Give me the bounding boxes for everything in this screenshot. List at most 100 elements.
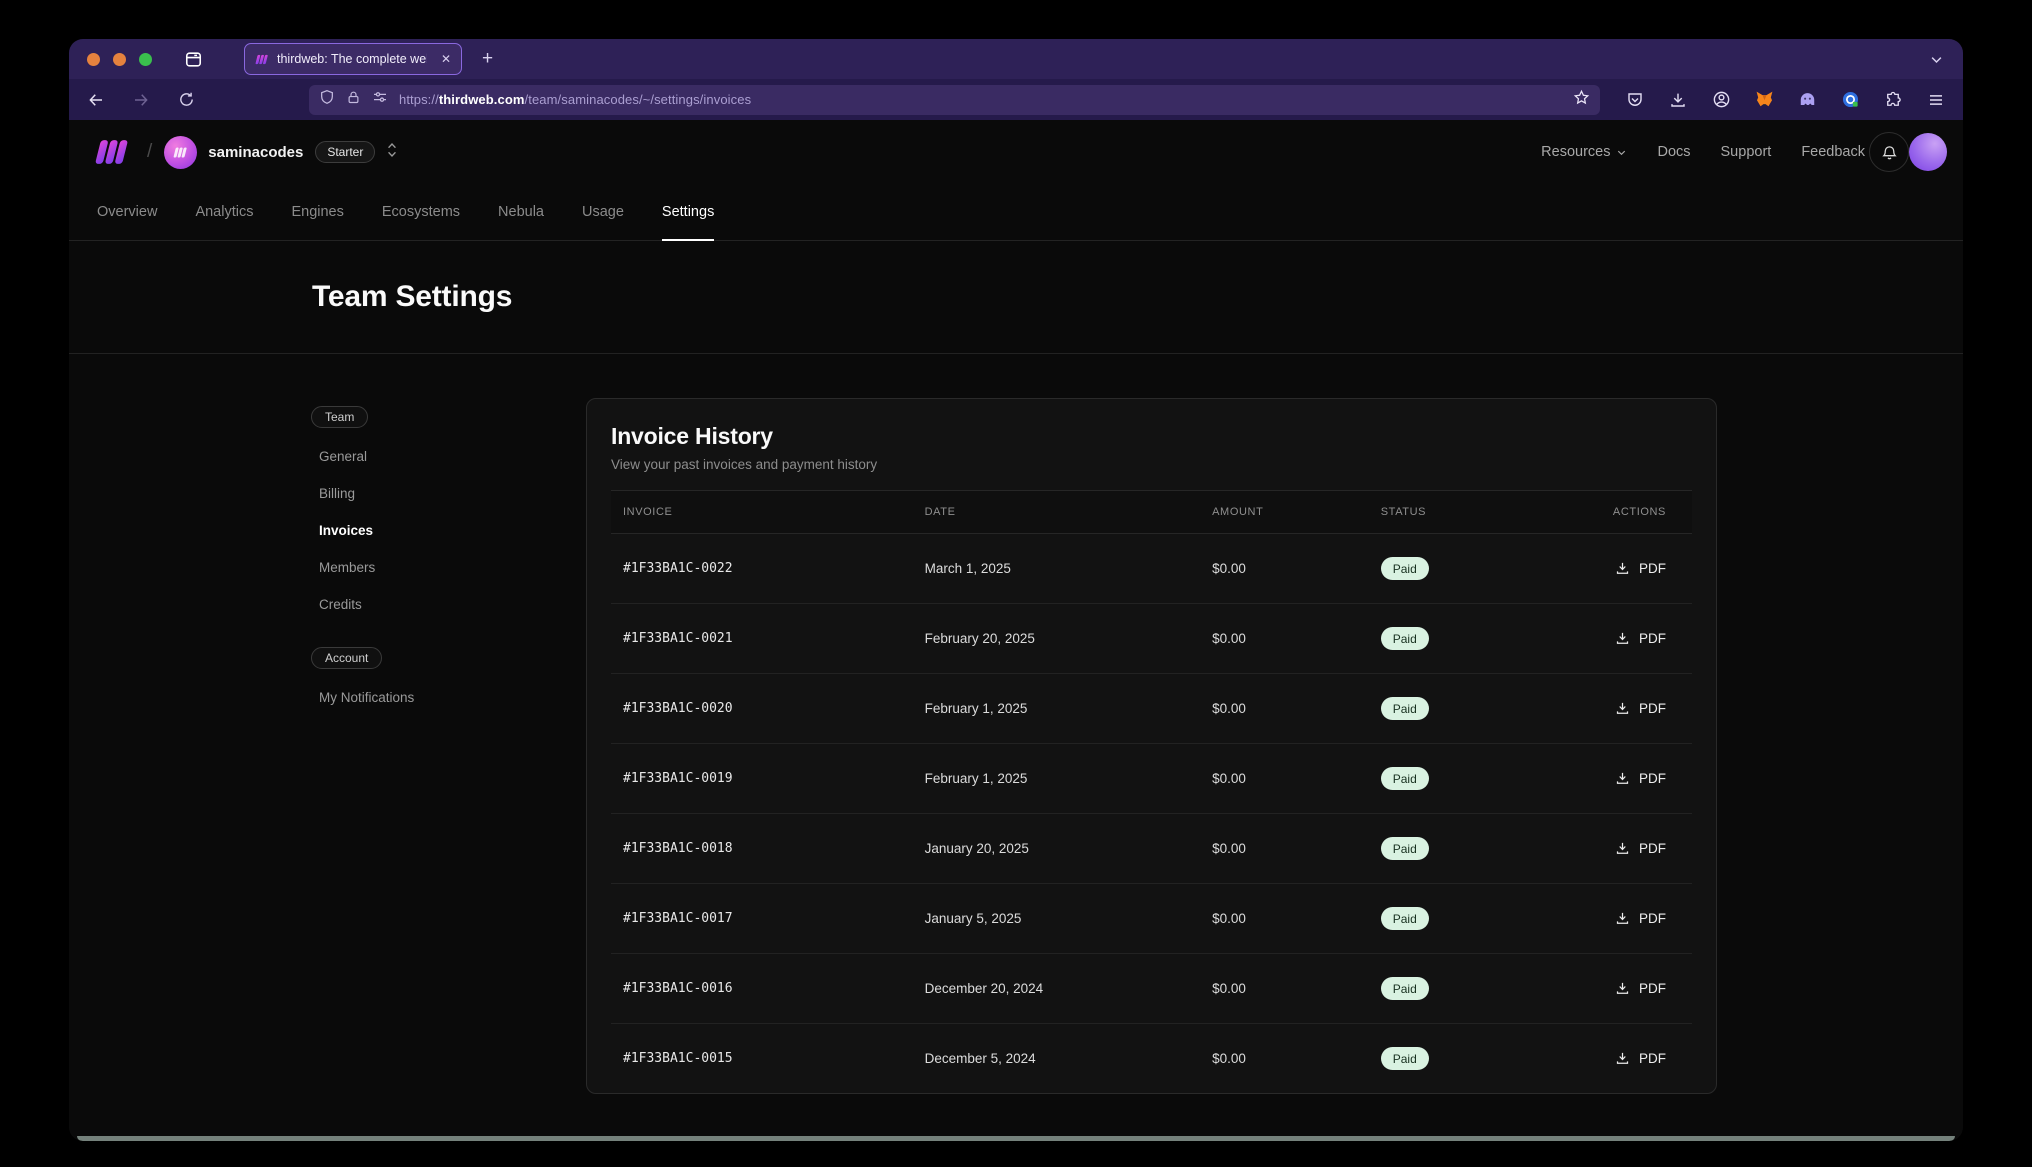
pocket-icon[interactable] — [1622, 87, 1648, 113]
tab-overview[interactable]: Overview — [97, 184, 157, 241]
download-icon — [1615, 701, 1630, 716]
tab-ecosystems[interactable]: Ecosystems — [382, 184, 460, 241]
metamask-icon[interactable] — [1751, 87, 1777, 113]
minimize-window-button[interactable] — [113, 53, 126, 66]
paid-badge: Paid — [1381, 557, 1429, 580]
chevron-down-icon — [1616, 147, 1627, 158]
user-avatar[interactable] — [1909, 133, 1947, 171]
browser-tab-thirdweb[interactable]: thirdweb: The complete web3 d ✕ — [244, 43, 462, 75]
card-subtitle: View your past invoices and payment hist… — [611, 457, 1692, 472]
header-link-docs[interactable]: Docs — [1657, 144, 1690, 160]
invoice-actions: PDF — [1542, 841, 1692, 856]
download-pdf-button[interactable]: PDF — [1615, 771, 1666, 786]
thirdweb-dashboard: / saminacodes Starter Resources Docs Sup… — [69, 120, 1963, 1141]
invoice-history-card: Invoice History View your past invoices … — [586, 398, 1717, 1094]
download-icon — [1615, 841, 1630, 856]
column-header: AMOUNT — [1200, 506, 1369, 518]
page-header: Team Settings — [69, 241, 1963, 354]
sidebar-group: Team GeneralBillingInvoicesMembersCredit… — [311, 406, 511, 623]
header-link-feedback[interactable]: Feedback — [1801, 144, 1865, 160]
invoice-row: #1F33BA1C-0020 February 1, 2025 $0.00 Pa… — [611, 674, 1692, 744]
browser-tab-bar: thirdweb: The complete web3 d ✕ + — [69, 39, 1963, 79]
tab-analytics[interactable]: Analytics — [195, 184, 253, 241]
header-link-support[interactable]: Support — [1721, 144, 1772, 160]
header-link-resources[interactable]: Resources — [1541, 144, 1627, 160]
download-pdf-button[interactable]: PDF — [1615, 701, 1666, 716]
sidebar-item-members[interactable]: Members — [311, 549, 511, 586]
download-icon — [1615, 631, 1630, 646]
new-tab-button[interactable]: + — [482, 48, 493, 70]
invoice-actions: PDF — [1542, 1051, 1692, 1066]
invoice-table-header: INVOICEDATEAMOUNTSTATUSACTIONS — [611, 490, 1692, 534]
account-icon[interactable] — [1708, 87, 1734, 113]
invoice-amount: $0.00 — [1200, 841, 1369, 856]
lock-icon[interactable] — [346, 90, 361, 110]
menu-hamburger-icon[interactable] — [1923, 87, 1949, 113]
download-pdf-button[interactable]: PDF — [1615, 631, 1666, 646]
tracking-protection-shield-icon[interactable] — [319, 89, 335, 110]
forward-icon[interactable] — [128, 87, 154, 113]
download-pdf-button[interactable]: PDF — [1615, 911, 1666, 926]
tab-settings[interactable]: Settings — [662, 184, 714, 241]
invoice-date: December 20, 2024 — [913, 981, 1201, 996]
url-bar[interactable]: https://thirdweb.com/team/saminacodes/~/… — [309, 85, 1600, 115]
sidebar-item-billing[interactable]: Billing — [311, 475, 511, 512]
team-avatar[interactable] — [164, 136, 197, 169]
invoice-amount: $0.00 — [1200, 631, 1369, 646]
paid-badge: Paid — [1381, 627, 1429, 650]
invoice-number: #1F33BA1C-0021 — [611, 631, 913, 646]
invoice-row: #1F33BA1C-0019 February 1, 2025 $0.00 Pa… — [611, 744, 1692, 814]
list-all-tabs-icon[interactable] — [1923, 46, 1949, 72]
invoice-status: Paid — [1369, 1047, 1542, 1070]
invoice-row: #1F33BA1C-0017 January 5, 2025 $0.00 Pai… — [611, 884, 1692, 954]
bookmark-star-icon[interactable] — [1573, 89, 1590, 111]
invoice-date: January 20, 2025 — [913, 841, 1201, 856]
tab-engines[interactable]: Engines — [291, 184, 343, 241]
invoice-status: Paid — [1369, 697, 1542, 720]
paid-badge: Paid — [1381, 837, 1429, 860]
sidebar-item-my-notifications[interactable]: My Notifications — [311, 679, 511, 716]
zoom-window-button[interactable] — [139, 53, 152, 66]
downloads-icon[interactable] — [1665, 87, 1691, 113]
reload-icon[interactable] — [173, 87, 199, 113]
sidebar-item-credits[interactable]: Credits — [311, 586, 511, 623]
tab-nebula[interactable]: Nebula — [498, 184, 544, 241]
phantom-icon[interactable] — [1794, 87, 1820, 113]
download-pdf-button[interactable]: PDF — [1615, 1051, 1666, 1066]
invoice-date: December 5, 2024 — [913, 1051, 1201, 1066]
password-manager-icon[interactable] — [1837, 87, 1863, 113]
invoice-status: Paid — [1369, 977, 1542, 1000]
tab-usage[interactable]: Usage — [582, 184, 624, 241]
thirdweb-logo[interactable] — [89, 139, 133, 165]
invoice-amount: $0.00 — [1200, 1051, 1369, 1066]
paid-badge: Paid — [1381, 767, 1429, 790]
invoice-status: Paid — [1369, 837, 1542, 860]
invoice-number: #1F33BA1C-0017 — [611, 911, 913, 926]
settings-content: Team GeneralBillingInvoicesMembersCredit… — [69, 354, 1963, 1141]
thirdweb-favicon — [255, 53, 269, 66]
nav-buttons — [83, 87, 199, 113]
invoice-date: February 1, 2025 — [913, 701, 1201, 716]
column-header: DATE — [913, 506, 1201, 518]
download-pdf-button[interactable]: PDF — [1615, 841, 1666, 856]
sidebar-item-invoices[interactable]: Invoices — [311, 512, 511, 549]
download-pdf-button[interactable]: PDF — [1615, 981, 1666, 996]
close-window-button[interactable] — [87, 53, 100, 66]
tab-close-icon[interactable]: ✕ — [441, 52, 451, 66]
team-name[interactable]: saminacodes — [208, 144, 303, 161]
back-icon[interactable] — [83, 87, 109, 113]
team-switcher-icon[interactable] — [385, 142, 399, 163]
invoice-actions: PDF — [1542, 631, 1692, 646]
download-pdf-button[interactable]: PDF — [1615, 561, 1666, 576]
extensions-puzzle-icon[interactable] — [1880, 87, 1906, 113]
invoice-status: Paid — [1369, 767, 1542, 790]
invoice-date: February 1, 2025 — [913, 771, 1201, 786]
invoice-date: March 1, 2025 — [913, 561, 1201, 576]
invoice-number: #1F33BA1C-0018 — [611, 841, 913, 856]
tab-title: thirdweb: The complete web3 d — [277, 52, 427, 66]
extension-icons — [1622, 87, 1949, 113]
firefox-view-icon[interactable] — [180, 46, 206, 72]
sidebar-item-general[interactable]: General — [311, 438, 511, 475]
notifications-bell-button[interactable] — [1869, 132, 1909, 172]
permissions-icon[interactable] — [372, 89, 388, 110]
